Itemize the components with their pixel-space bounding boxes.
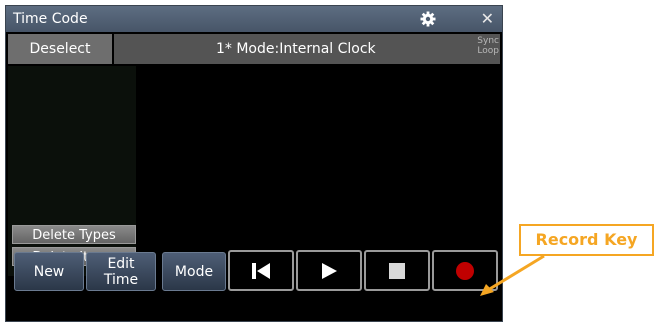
- mode-button-label: Mode: [174, 263, 214, 280]
- play-icon: [322, 262, 337, 279]
- new-button[interactable]: New: [14, 252, 84, 291]
- sync-label: Sync: [477, 36, 499, 46]
- play-button[interactable]: [296, 250, 362, 291]
- close-icon[interactable]: ✕: [481, 6, 494, 32]
- loop-label: Loop: [477, 46, 499, 56]
- mode-button[interactable]: Mode: [162, 252, 226, 291]
- skip-to-start-button[interactable]: [228, 250, 294, 291]
- edit-time-button[interactable]: Edit Time: [86, 252, 156, 291]
- callout-arrow-icon: [480, 254, 545, 296]
- deselect-button[interactable]: Deselect: [8, 34, 112, 64]
- delete-types-button[interactable]: Delete Types: [12, 225, 136, 244]
- title-bar[interactable]: Time Code ✕: [6, 6, 502, 32]
- toolbar: Deselect 1* Mode:Internal Clock Sync Loo…: [6, 34, 502, 64]
- edit-time-label-line1: Edit: [107, 255, 135, 272]
- stop-button[interactable]: [364, 250, 430, 291]
- mode-status-text: 1* Mode:Internal Clock: [216, 41, 376, 57]
- edit-time-label-line2: Time: [103, 271, 139, 288]
- new-button-label: New: [33, 263, 65, 280]
- time-code-window: Time Code ✕ Deselect 1* Mode:Internal Cl…: [5, 5, 503, 322]
- stop-icon: [389, 262, 405, 279]
- skip-to-start-icon: [252, 262, 270, 279]
- gear-icon[interactable]: [420, 11, 436, 27]
- sync-loop-indicator[interactable]: Sync Loop: [477, 36, 499, 56]
- mode-status-bar[interactable]: 1* Mode:Internal Clock Sync Loop: [114, 34, 500, 64]
- window-title: Time Code: [13, 11, 88, 27]
